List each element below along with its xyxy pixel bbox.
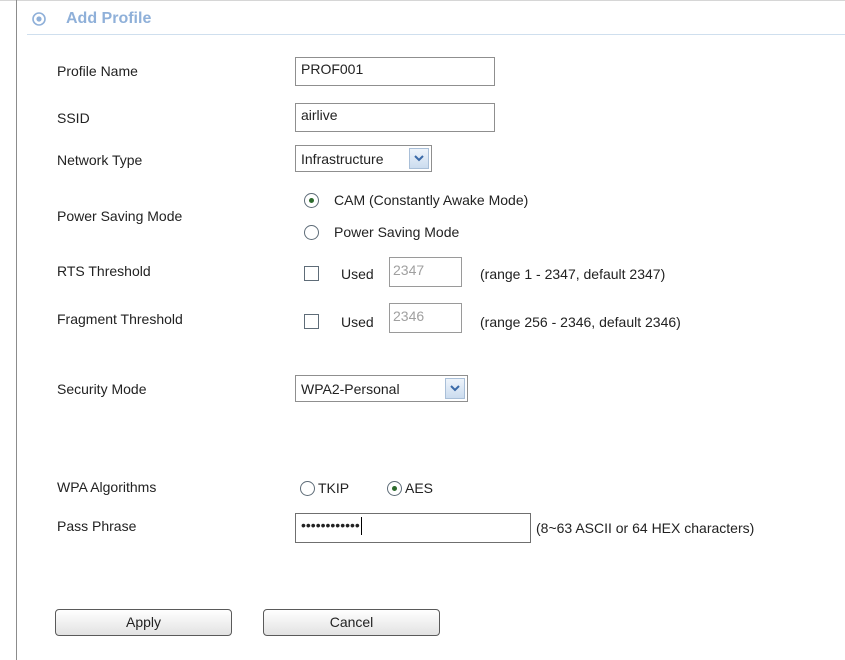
- text-cursor: [360, 517, 362, 536]
- fragment-range-hint: (range 256 - 2346, default 2346): [480, 314, 681, 330]
- power-saving-label: Power Saving Mode: [57, 208, 183, 224]
- wpa-aes-radio[interactable]: [387, 481, 402, 496]
- frame-left-border: [16, 0, 17, 660]
- rts-threshold-label: RTS Threshold: [57, 263, 151, 279]
- power-saving-cam-radio[interactable]: [304, 193, 319, 208]
- fragment-used-label: Used: [341, 314, 374, 330]
- pass-phrase-hint: (8~63 ASCII or 64 HEX characters): [536, 520, 755, 536]
- panel-header: Add Profile: [27, 6, 845, 32]
- chevron-down-icon[interactable]: [409, 148, 429, 169]
- wpa-algorithms-label: WPA Algorithms: [57, 479, 157, 495]
- security-mode-value: WPA2-Personal: [301, 381, 400, 397]
- power-saving-psm-radio[interactable]: [304, 225, 319, 240]
- fragment-used-checkbox[interactable]: [304, 314, 319, 329]
- power-saving-cam-label: CAM (Constantly Awake Mode): [334, 192, 529, 208]
- page-title: Add Profile: [66, 10, 152, 27]
- ssid-label: SSID: [57, 110, 90, 126]
- network-type-label: Network Type: [57, 152, 143, 168]
- wpa-aes-label: AES: [405, 480, 434, 496]
- pass-phrase-value: ••••••••••••: [301, 517, 360, 533]
- apply-button[interactable]: Apply: [55, 609, 232, 636]
- target-icon: [32, 12, 46, 26]
- rts-used-label: Used: [341, 266, 374, 282]
- network-type-select[interactable]: Infrastructure: [295, 145, 432, 172]
- security-mode-label: Security Mode: [57, 381, 147, 397]
- security-mode-select[interactable]: WPA2-Personal: [295, 375, 468, 402]
- profile-name-label: Profile Name: [57, 63, 138, 79]
- header-divider: [27, 34, 845, 35]
- pass-phrase-input[interactable]: ••••••••••••: [295, 513, 531, 543]
- rts-threshold-input: 2347: [389, 257, 462, 287]
- profile-name-input[interactable]: PROF001: [295, 57, 495, 86]
- pass-phrase-label: Pass Phrase: [57, 518, 137, 534]
- cancel-button[interactable]: Cancel: [263, 609, 440, 636]
- wpa-tkip-radio[interactable]: [300, 481, 315, 496]
- power-saving-psm-label: Power Saving Mode: [334, 224, 460, 240]
- rts-range-hint: (range 1 - 2347, default 2347): [480, 266, 666, 282]
- fragment-threshold-input: 2346: [389, 303, 462, 333]
- wpa-tkip-label: TKIP: [318, 480, 350, 496]
- fragment-threshold-label: Fragment Threshold: [57, 311, 183, 327]
- ssid-input[interactable]: airlive: [295, 103, 495, 132]
- frame-top-border: [0, 0, 845, 1]
- network-type-value: Infrastructure: [301, 151, 384, 167]
- rts-used-checkbox[interactable]: [304, 266, 319, 281]
- chevron-down-icon[interactable]: [445, 378, 465, 399]
